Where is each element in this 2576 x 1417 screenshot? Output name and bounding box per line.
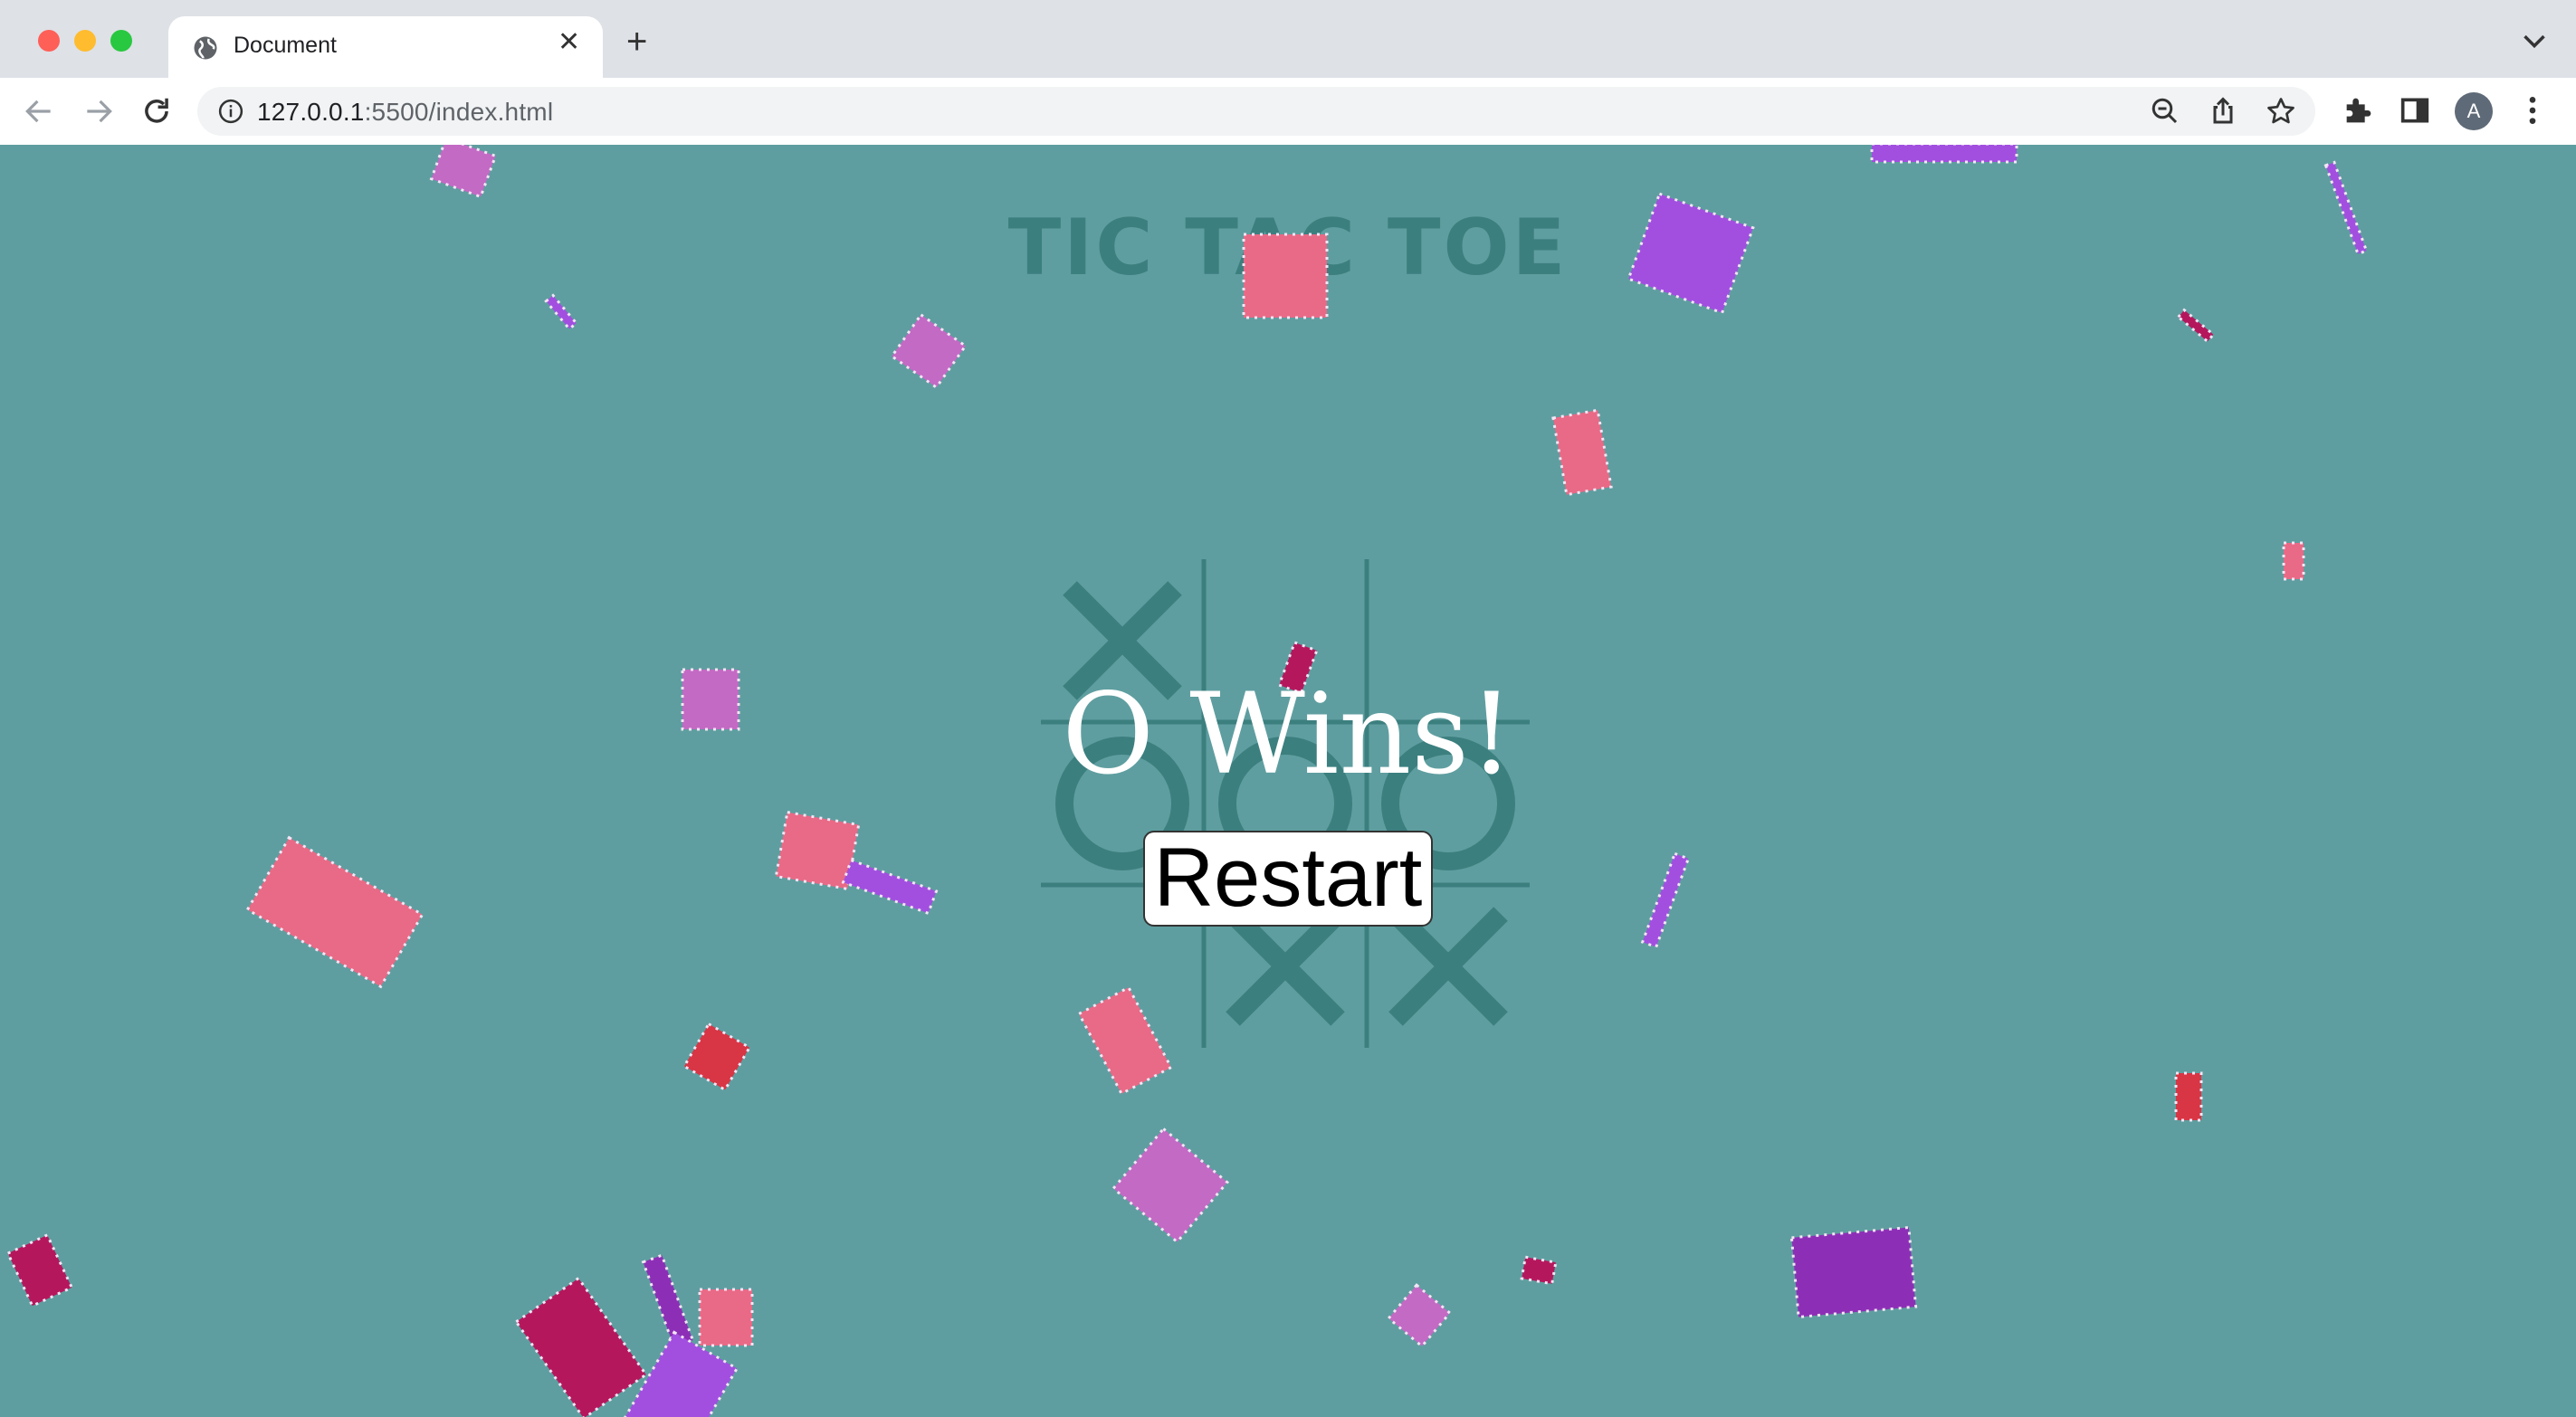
share-icon[interactable] xyxy=(2207,95,2239,128)
more-menu-icon[interactable] xyxy=(2514,92,2551,128)
close-window-button[interactable] xyxy=(38,30,60,52)
confetti-piece xyxy=(544,293,578,331)
browser-toolbar: 127.0.0.1:5500/index.html A xyxy=(0,78,2576,147)
side-panel-icon[interactable] xyxy=(2397,92,2433,128)
win-overlay: O Wins! Restart xyxy=(0,679,2576,927)
confetti-piece xyxy=(890,312,968,390)
confetti-piece xyxy=(1242,233,1329,319)
back-arrow-icon[interactable] xyxy=(22,94,56,128)
zoom-out-icon[interactable] xyxy=(2149,95,2181,128)
browser-tab[interactable]: Document ✕ xyxy=(168,16,603,78)
confetti-piece xyxy=(641,1253,695,1349)
confetti-piece xyxy=(429,145,498,199)
confetti-piece xyxy=(1387,1283,1452,1348)
new-tab-icon[interactable]: + xyxy=(626,24,647,60)
restart-button[interactable]: Restart xyxy=(1142,831,1434,927)
page-content: TIC TAC TOE O Wins! Restart xyxy=(0,145,2576,1417)
profile-avatar[interactable]: A xyxy=(2455,92,2493,130)
tab-title: Document xyxy=(234,33,337,58)
url-host: 127.0.0.1 xyxy=(257,98,365,126)
url-path: :5500/index.html xyxy=(364,98,554,126)
confetti-piece xyxy=(2323,160,2369,256)
maximize-window-button[interactable] xyxy=(110,30,132,52)
close-tab-icon[interactable]: ✕ xyxy=(558,29,580,56)
extensions-puzzle-icon[interactable] xyxy=(2341,92,2377,128)
confetti-piece xyxy=(1077,985,1173,1096)
winner-message: O Wins! xyxy=(1062,670,1514,800)
confetti-piece xyxy=(698,1288,754,1347)
confetti-piece xyxy=(1789,1225,1918,1319)
url-text[interactable]: 127.0.0.1:5500/index.html xyxy=(257,98,553,127)
confetti-piece xyxy=(514,1276,648,1417)
browser-chrome: Document ✕ + 127.0.0.1:5500/index.html A xyxy=(0,0,2576,147)
globe-icon xyxy=(194,36,217,60)
chevron-down-icon[interactable] xyxy=(2522,33,2547,51)
confetti-piece xyxy=(2174,1071,2203,1122)
confetti-piece xyxy=(1627,192,1755,315)
bookmark-star-icon[interactable] xyxy=(2265,95,2297,128)
confetti-piece xyxy=(2176,308,2216,344)
confetti-piece xyxy=(682,1022,752,1092)
confetti-piece xyxy=(1551,408,1613,497)
confetti-piece xyxy=(2282,541,2305,581)
confetti-piece xyxy=(1111,1127,1229,1244)
info-icon[interactable] xyxy=(217,98,244,125)
confetti-piece xyxy=(1520,1255,1558,1286)
address-bar[interactable]: 127.0.0.1:5500/index.html xyxy=(197,87,2315,136)
minimize-window-button[interactable] xyxy=(74,30,96,52)
reload-icon[interactable] xyxy=(139,94,174,128)
forward-arrow-icon[interactable] xyxy=(81,94,116,128)
confetti-piece xyxy=(5,1232,74,1308)
confetti-piece xyxy=(1870,145,2018,164)
